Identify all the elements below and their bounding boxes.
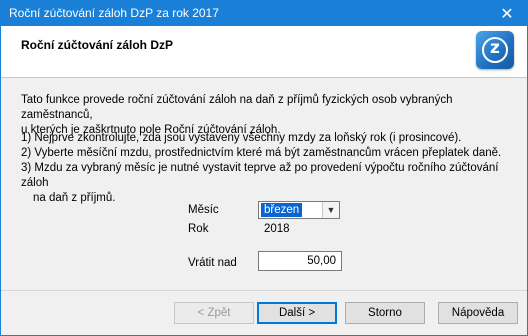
year-label: Rok [188,223,209,235]
year-value: 2018 [264,223,290,235]
steps-text: 1) Nejprve zkontrolujte, zda jsou vystav… [21,131,527,206]
chevron-down-icon[interactable]: ▼ [322,202,339,218]
header-title: Roční zúčtování záloh DzP [21,38,174,52]
step-3-line-1: 3) Mzdu za vybraný měsíc je nutné vystav… [21,162,499,189]
month-select[interactable]: březen ▼ [258,201,340,219]
month-selected-value: březen [261,203,303,217]
intro-line-1: Tato funkce provede roční zúčtování zálo… [21,94,453,121]
title-bar[interactable]: Roční zúčtování záloh DzP za rok 2017 ✕ [1,1,527,26]
refund-label: Vrátit nad [188,257,237,269]
z-logo-icon: z [476,31,514,69]
refund-threshold-input[interactable]: 50,00 [258,251,342,271]
divider [1,290,527,291]
close-icon[interactable]: ✕ [487,1,527,26]
step-2: 2) Vyberte měsíční mzdu, prostřednictvím… [21,147,502,159]
next-button[interactable]: Další > [257,302,337,324]
help-button[interactable]: Nápověda [438,302,518,324]
month-label: Měsíc [188,204,219,216]
step-1: 1) Nejprve zkontrolujte, zda jsou vystav… [21,132,462,144]
dialog-window: Roční zúčtování záloh DzP za rok 2017 ✕ … [0,0,528,336]
window-title: Roční zúčtování záloh DzP za rok 2017 [9,6,219,20]
cancel-button[interactable]: Storno [345,302,425,324]
wizard-header: Roční zúčtování záloh DzP z [1,26,527,78]
back-button[interactable]: < Zpět [174,302,254,324]
